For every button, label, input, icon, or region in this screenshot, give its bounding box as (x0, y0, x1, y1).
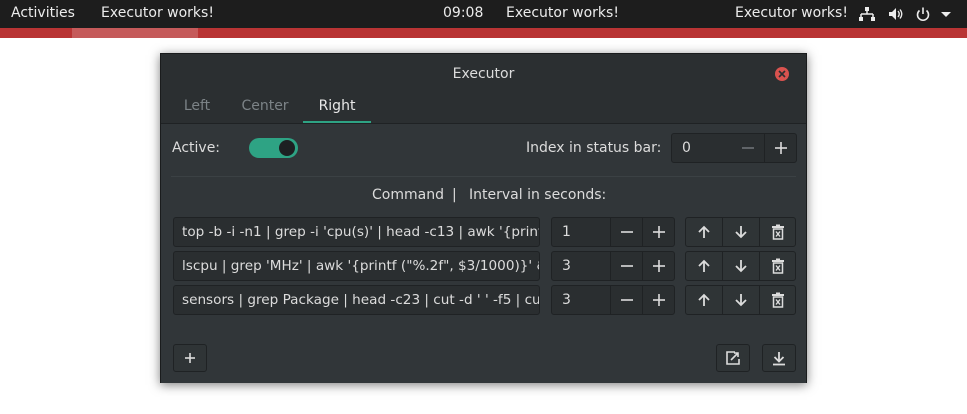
tab-right[interactable]: Right (303, 98, 371, 124)
interval-spinner-3: 3 (551, 285, 675, 315)
interval-value-1[interactable]: 1 (562, 224, 571, 240)
command-text-3: sensors | grep Package | head -c23 | cut… (182, 292, 540, 308)
interval-decrement-button-2[interactable] (610, 252, 643, 280)
index-increment-button[interactable] (764, 134, 797, 162)
top-bar: Activities Executor works! 09:08 Executo… (0, 0, 967, 28)
interval-spinner-2: 3 (551, 251, 675, 281)
active-label: Active: (172, 140, 221, 156)
tab-left[interactable]: Left (169, 98, 225, 122)
command-text-2: lscpu | grep 'MHz' | awk '{printf ("%.2f… (182, 258, 540, 274)
move-down-button-1[interactable] (723, 218, 759, 246)
arrow-up-icon (698, 259, 710, 272)
active-switch[interactable] (249, 138, 298, 158)
move-down-button-2[interactable] (723, 252, 759, 280)
header-separator: | (452, 187, 457, 203)
executor-center-text: Executor works! (506, 5, 619, 21)
index-value[interactable]: 0 (682, 140, 691, 156)
interval-spinner-1: 1 (551, 217, 675, 247)
titlebar[interactable]: Executor (161, 54, 806, 96)
executor-dialog: Executor Left Center Right Active: Index… (160, 53, 807, 383)
interval-increment-button-2[interactable] (642, 252, 675, 280)
move-down-button-3[interactable] (723, 286, 759, 314)
arrow-up-icon (698, 293, 710, 306)
interval-value-3[interactable]: 3 (562, 292, 571, 308)
move-up-button-1[interactable] (686, 218, 722, 246)
minus-icon (621, 231, 633, 233)
switch-knob (279, 140, 295, 156)
arrow-down-icon (735, 226, 747, 239)
move-up-button-2[interactable] (686, 252, 722, 280)
clock[interactable]: 09:08 (443, 5, 483, 21)
interval-header: Interval in seconds: (469, 187, 607, 203)
index-label: Index in status bar: (526, 140, 662, 156)
interval-value-2[interactable]: 3 (562, 258, 571, 274)
row-actions-2 (685, 251, 796, 281)
interval-increment-button-1[interactable] (642, 218, 675, 246)
command-input-1[interactable]: top -b -i -n1 | grep -i 'cpu(s)' | head … (173, 217, 540, 247)
window-tab-behind (72, 28, 198, 38)
delete-button-1[interactable] (760, 218, 796, 246)
interval-increment-button-3[interactable] (642, 286, 675, 314)
delete-button-2[interactable] (760, 252, 796, 280)
interval-decrement-button-3[interactable] (610, 286, 643, 314)
minus-icon (621, 265, 633, 267)
arrow-down-icon (735, 294, 747, 307)
power-icon[interactable] (915, 4, 931, 24)
tab-content: Active: Index in status bar: 0 Command |… (161, 123, 806, 383)
export-icon (726, 351, 740, 365)
plus-icon (185, 353, 195, 363)
separator (171, 176, 796, 177)
trash-icon (772, 258, 784, 274)
arrow-down-icon (735, 260, 747, 273)
row-actions-1 (685, 217, 796, 247)
interval-decrement-button-1[interactable] (610, 218, 643, 246)
export-button[interactable] (716, 344, 750, 372)
activities-button[interactable]: Activities (11, 5, 75, 21)
index-spinner: 0 (671, 133, 797, 163)
tab-center[interactable]: Center (233, 98, 297, 122)
row-actions-3 (685, 285, 796, 315)
app-menu-title[interactable]: Executor works! (101, 5, 214, 21)
add-command-button[interactable] (173, 344, 207, 372)
move-up-button-3[interactable] (686, 286, 722, 314)
index-decrement-button[interactable] (732, 134, 764, 162)
download-icon (773, 351, 785, 365)
command-input-3[interactable]: sensors | grep Package | head -c23 | cut… (173, 285, 540, 315)
window-behind (0, 28, 967, 38)
tab-center-label: Center (241, 98, 289, 114)
executor-right-text: Executor works! (735, 5, 848, 21)
plus-icon (653, 226, 665, 238)
tab-right-label: Right (318, 98, 356, 114)
command-input-2[interactable]: lscpu | grep 'MHz' | awk '{printf ("%.2f… (173, 251, 540, 281)
command-header: Command (372, 187, 444, 203)
dialog-title: Executor (452, 66, 515, 82)
command-text-1: top -b -i -n1 | grep -i 'cpu(s)' | head … (182, 224, 540, 240)
close-icon (778, 70, 786, 78)
trash-icon (772, 292, 784, 308)
import-button[interactable] (762, 344, 796, 372)
plus-icon (653, 260, 665, 272)
delete-button-3[interactable] (760, 286, 796, 314)
tab-left-label: Left (183, 98, 211, 114)
plus-icon (653, 294, 665, 306)
plus-icon (775, 142, 787, 154)
minus-icon (621, 299, 633, 301)
chevron-down-icon[interactable] (940, 4, 952, 24)
network-icon[interactable] (858, 4, 876, 24)
arrow-up-icon (698, 225, 710, 238)
close-button[interactable] (775, 67, 789, 81)
volume-icon[interactable] (888, 4, 904, 24)
trash-icon (772, 224, 784, 240)
minus-icon (742, 147, 754, 149)
